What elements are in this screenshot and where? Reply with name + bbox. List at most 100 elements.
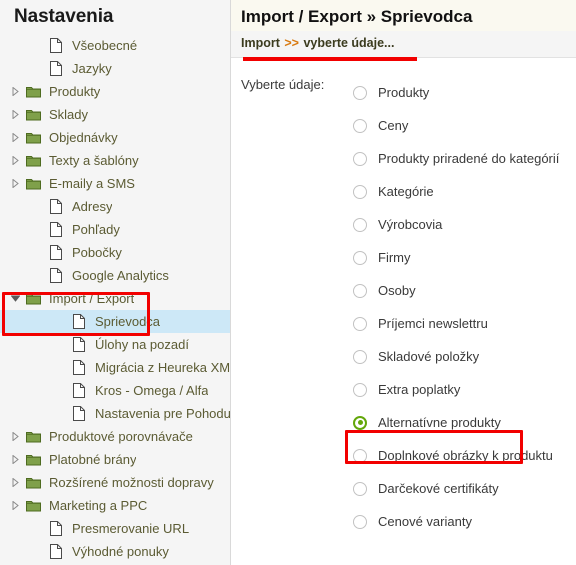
radio-mark[interactable] (353, 448, 367, 463)
sidebar-item-label: Presmerovanie URL (72, 521, 190, 536)
radio-option-label: Skladové položky (378, 349, 480, 364)
sidebar-item-lohy-na-pozad[interactable]: Úlohy na pozadí (0, 333, 230, 356)
sidebar-item-label: Nastavenia pre Pohodu (95, 406, 230, 421)
radio-mark[interactable] (353, 85, 367, 100)
radio-mark[interactable] (353, 349, 367, 364)
radio-option-label: Extra poplatky (378, 382, 461, 397)
radio-mark[interactable] (353, 217, 367, 232)
chevron-right-icon[interactable] (8, 179, 23, 188)
settings-page: Nastavenia Všeobecné Jazyky Produkty Sklady… (0, 0, 576, 565)
sidebar-item-nastavenia-pre-pohodu[interactable]: Nastavenia pre Pohodu (0, 402, 230, 425)
page-title: Import / Export » Sprievodca (241, 7, 473, 26)
radio-option-extra-poplatky[interactable]: Extra poplatky (353, 373, 576, 406)
radio-mark[interactable] (353, 481, 367, 496)
radio-option-skladov-polo-ky[interactable]: Skladové položky (353, 340, 576, 373)
folder-icon (23, 293, 43, 305)
radio-mark[interactable] (353, 184, 367, 199)
sidebar-item-label: Texty a šablóny (49, 153, 139, 168)
breadcrumb-item-current: vyberte údaje... (303, 36, 395, 50)
radio-option-osoby[interactable]: Osoby (353, 274, 576, 307)
sidebar-item-texty-a-abl-ny[interactable]: Texty a šablóny (0, 149, 230, 172)
sidebar-item-roz-ren-mo-nosti-dopravy[interactable]: Rozšírené možnosti dopravy (0, 471, 230, 494)
sidebar-item-kros-omega-alfa[interactable]: Kros - Omega / Alfa (0, 379, 230, 402)
sidebar-item-label: Výhodné ponuky (72, 544, 169, 559)
sidebar-item-label: E-maily a SMS (49, 176, 135, 191)
chevron-right-icon[interactable] (8, 133, 23, 142)
file-icon (69, 360, 89, 375)
sidebar-item-e-maily-a-sms[interactable]: E-maily a SMS (0, 172, 230, 195)
sidebar-item-produkty[interactable]: Produkty (0, 80, 230, 103)
sidebar-item-label: Jazyky (72, 61, 112, 76)
radio-option-firmy[interactable]: Firmy (353, 241, 576, 274)
file-icon (46, 199, 66, 214)
file-icon (46, 245, 66, 260)
radio-mark[interactable] (353, 514, 367, 529)
folder-icon (23, 109, 43, 121)
sidebar-item-label: Migrácia z Heureka XML fe (95, 360, 230, 375)
chevron-right-icon[interactable] (8, 87, 23, 96)
chevron-right-icon[interactable] (8, 455, 23, 464)
chevron-right-icon[interactable] (8, 110, 23, 119)
file-icon (69, 406, 89, 421)
sidebar-item-pobo-ky[interactable]: Pobočky (0, 241, 230, 264)
sidebar-item-label: Všeobecné (72, 38, 138, 53)
form-area: Vyberte údaje: Produkty Ceny Produkty prir… (231, 58, 576, 538)
radio-mark[interactable] (353, 415, 367, 430)
file-icon (46, 61, 66, 76)
sidebar-item-label: Produktové porovnávače (49, 429, 193, 444)
radio-option-label: Osoby (378, 283, 416, 298)
chevron-right-icon[interactable] (8, 156, 23, 165)
sidebar-item-import-export[interactable]: Import / Export (0, 287, 230, 310)
radio-mark[interactable] (353, 250, 367, 265)
radio-mark[interactable] (353, 151, 367, 166)
sidebar-item-label: Google Analytics (72, 268, 169, 283)
sidebar-item-poh-ady[interactable]: Pohľady (0, 218, 230, 241)
sidebar-item-jazyky[interactable]: Jazyky (0, 57, 230, 80)
sidebar-item-platobn-br-ny[interactable]: Platobné brány (0, 448, 230, 471)
folder-icon (23, 431, 43, 443)
sidebar-item-label: Objednávky (49, 130, 118, 145)
radio-option-produkty-priraden-do-kateg-ri[interactable]: Produkty priradené do kategórií (353, 142, 576, 175)
radio-mark[interactable] (353, 118, 367, 133)
radio-option-label: Výrobcovia (378, 217, 443, 232)
sidebar-item-label: Úlohy na pozadí (95, 337, 189, 352)
sidebar-item-adresy[interactable]: Adresy (0, 195, 230, 218)
sidebar-item-label: Pobočky (72, 245, 122, 260)
radio-option-ceny[interactable]: Ceny (353, 109, 576, 142)
radio-option-cenov-varianty[interactable]: Cenové varianty (353, 505, 576, 538)
sidebar-item-sprievodca[interactable]: Sprievodca (0, 310, 230, 333)
sidebar-item-v-eobecn[interactable]: Všeobecné (0, 34, 230, 57)
sidebar-item-label: Sprievodca (95, 314, 161, 329)
sidebar-item-migr-cia-z-heureka-xml-fe[interactable]: Migrácia z Heureka XML fe (0, 356, 230, 379)
sidebar-item-objedn-vky[interactable]: Objednávky (0, 126, 230, 149)
radio-mark[interactable] (353, 283, 367, 298)
chevron-right-icon[interactable] (8, 501, 23, 510)
sidebar-item-produktov-porovn-va-e[interactable]: Produktové porovnávače (0, 425, 230, 448)
sidebar-item-v-hodn-ponuky[interactable]: Výhodné ponuky (0, 540, 230, 563)
file-icon (46, 222, 66, 237)
folder-icon (23, 500, 43, 512)
sidebar-item-google-analytics[interactable]: Google Analytics (0, 264, 230, 287)
sidebar-item-marketing-a-ppc[interactable]: Marketing a PPC (0, 494, 230, 517)
folder-icon (23, 454, 43, 466)
radio-option-dar-ekov-certifik-ty[interactable]: Darčekové certifikáty (353, 472, 576, 505)
sidebar-item-sklady[interactable]: Sklady (0, 103, 230, 126)
radio-option-produkty[interactable]: Produkty (353, 76, 576, 109)
chevron-right-icon[interactable] (8, 478, 23, 487)
radio-option-kateg-rie[interactable]: Kategórie (353, 175, 576, 208)
radio-mark[interactable] (353, 316, 367, 331)
folder-icon (23, 155, 43, 167)
radio-option-pr-jemci-newslettru[interactable]: Príjemci newslettru (353, 307, 576, 340)
radio-option-v-robcovia[interactable]: Výrobcovia (353, 208, 576, 241)
radio-option-label: Alternatívne produkty (378, 415, 501, 430)
radio-option-doplnkov-obr-zky-k-produktu[interactable]: Doplnkové obrázky k produktu (353, 439, 576, 472)
breadcrumb-item-import[interactable]: Import (241, 36, 280, 50)
radio-mark[interactable] (353, 382, 367, 397)
main-panel: Import / Export » Sprievodca Import >> v… (231, 0, 576, 565)
file-icon (46, 38, 66, 53)
chevron-down-icon[interactable] (8, 295, 23, 302)
sidebar-item-label: Pohľady (72, 222, 120, 237)
sidebar-item-presmerovanie-url[interactable]: Presmerovanie URL (0, 517, 230, 540)
chevron-right-icon[interactable] (8, 432, 23, 441)
radio-option-alternat-vne-produkty[interactable]: Alternatívne produkty (353, 406, 576, 439)
